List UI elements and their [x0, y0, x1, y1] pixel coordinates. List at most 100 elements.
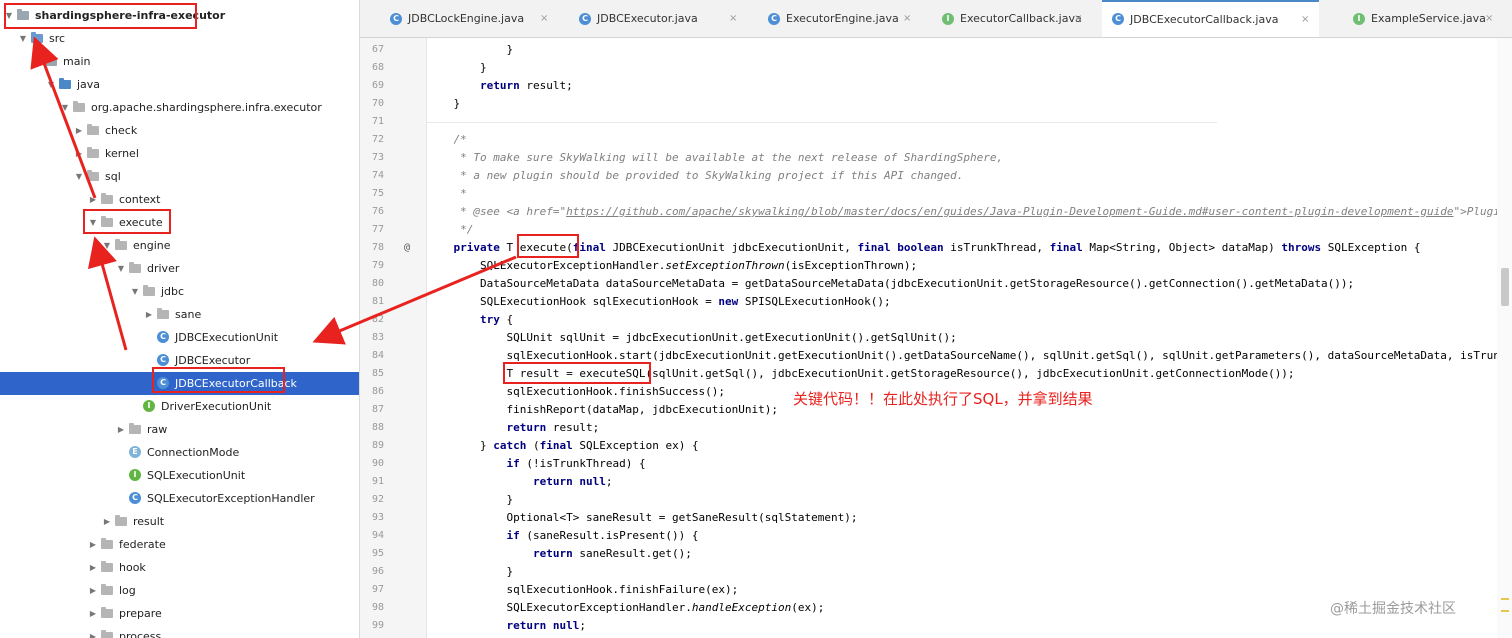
tree-item-check[interactable]: ▶ check [0, 119, 359, 142]
package-icon [87, 124, 99, 135]
watermark: @稀土掘金技术社区 [1330, 601, 1456, 617]
collapsed-arrow-icon[interactable]: ▶ [88, 602, 98, 625]
line-number: 96 [371, 566, 384, 577]
close-icon[interactable]: × [903, 0, 911, 37]
tree-item-execute[interactable]: ▼ execute [0, 211, 359, 234]
code-line: * To make sure SkyWalking will be availa… [427, 151, 1004, 164]
tree-item-sqlexecutionunit[interactable]: I SQLExecutionUnit [0, 464, 359, 487]
code-line: finishReport(dataMap, jdbcExecutionUnit)… [427, 403, 778, 416]
expanded-arrow-icon[interactable]: ▼ [46, 73, 56, 96]
tree-item-context[interactable]: ▶ context [0, 188, 359, 211]
line-number: 83 [371, 332, 384, 343]
node-icon: C [157, 354, 169, 366]
method-separator [427, 122, 1217, 123]
expanded-arrow-icon[interactable]: ▼ [130, 280, 140, 303]
expanded-arrow-icon[interactable]: ▼ [32, 50, 42, 73]
line-number: 75 [371, 188, 384, 199]
collapsed-arrow-icon[interactable]: ▶ [116, 418, 126, 441]
override-marker-icon[interactable]: @ [404, 239, 414, 257]
line-number: 77 [371, 224, 384, 235]
tree-item-sql[interactable]: ▼ sql [0, 165, 359, 188]
close-icon[interactable]: × [1301, 2, 1309, 37]
tree-item-label: sql [105, 170, 121, 183]
package-icon [101, 193, 113, 204]
close-icon[interactable]: × [540, 0, 548, 37]
tree-item-driver[interactable]: ▼ driver [0, 257, 359, 280]
line-number: 72 [371, 134, 384, 145]
node-icon: C [157, 331, 169, 343]
collapsed-arrow-icon[interactable]: ▶ [88, 556, 98, 579]
tab-label: ExecutorCallback.java [960, 12, 1082, 25]
code-line: } catch (final SQLException ex) { [427, 439, 699, 452]
tree-item-org-apache-shardingsphere-infra-executor[interactable]: ▼ org.apache.shardingsphere.infra.executo… [0, 96, 359, 119]
highlight-box-execute-package [83, 209, 171, 234]
tree-item-engine[interactable]: ▼ engine [0, 234, 359, 257]
tab-exampleservice-java[interactable]: I ExampleService.java × [1343, 0, 1503, 37]
expanded-arrow-icon[interactable]: ▼ [74, 165, 84, 188]
tree-item-kernel[interactable]: ▶ kernel [0, 142, 359, 165]
collapsed-arrow-icon[interactable]: ▶ [88, 188, 98, 211]
tree-item-jdbcexecutionunit[interactable]: C JDBCExecutionUnit [0, 326, 359, 349]
tree-item-prepare[interactable]: ▶ prepare [0, 602, 359, 625]
close-icon[interactable]: × [1074, 0, 1082, 37]
expanded-arrow-icon[interactable]: ▼ [102, 234, 112, 257]
tree-item-main[interactable]: ▼ main [0, 50, 359, 73]
tree-item-federate[interactable]: ▶ federate [0, 533, 359, 556]
tree-item-label: check [105, 124, 138, 137]
tree-item-src[interactable]: ▼ src [0, 27, 359, 50]
tree-item-log[interactable]: ▶ log [0, 579, 359, 602]
tree-item-hook[interactable]: ▶ hook [0, 556, 359, 579]
tab-executorengine-java[interactable]: C ExecutorEngine.java × [758, 0, 921, 37]
code-line: SQLExecutionHook sqlExecutionHook = new … [427, 295, 891, 308]
line-number: 98 [371, 602, 384, 613]
tree-item-raw[interactable]: ▶ raw [0, 418, 359, 441]
collapsed-arrow-icon[interactable]: ▶ [74, 119, 84, 142]
tree-item-label: process [119, 630, 162, 638]
tab-jdbcexecutorcallback-java[interactable]: C JDBCExecutorCallback.java × [1102, 0, 1319, 37]
expanded-arrow-icon[interactable]: ▼ [60, 96, 70, 119]
tree-item-connectionmode[interactable]: E ConnectionMode [0, 441, 359, 464]
node-icon: I [129, 469, 141, 481]
collapsed-arrow-icon[interactable]: ▶ [144, 303, 154, 326]
collapsed-arrow-icon[interactable]: ▶ [88, 625, 98, 638]
node-icon [101, 584, 113, 596]
tree-item-sqlexecutorexceptionhandler[interactable]: C SQLExecutorExceptionHandler [0, 487, 359, 510]
package-icon [101, 538, 113, 549]
line-number: 73 [371, 152, 384, 163]
expanded-arrow-icon[interactable]: ▼ [18, 27, 28, 50]
scrollbar-marker [1501, 598, 1509, 600]
code-line: SQLExecutorExceptionHandler.handleExcept… [427, 601, 825, 614]
tree-item-result[interactable]: ▶ result [0, 510, 359, 533]
line-number: 84 [371, 350, 384, 361]
class-icon: C [157, 331, 169, 343]
line-number: 85 [371, 368, 384, 379]
collapsed-arrow-icon[interactable]: ▶ [102, 510, 112, 533]
tab-executorcallback-java[interactable]: I ExecutorCallback.java × [932, 0, 1092, 37]
tree-item-driverexecutionunit[interactable]: I DriverExecutionUnit [0, 395, 359, 418]
collapsed-arrow-icon[interactable]: ▶ [88, 579, 98, 602]
code-line: try { [479, 313, 514, 326]
code-editor[interactable]: } } return result; } /* * To make sure S… [427, 38, 1512, 638]
editor-scrollbar[interactable] [1497, 38, 1512, 638]
line-number: 68 [371, 62, 384, 73]
tree-item-process[interactable]: ▶ process [0, 625, 359, 638]
package-icon [129, 423, 141, 434]
expanded-arrow-icon[interactable]: ▼ [116, 257, 126, 280]
node-icon [45, 55, 57, 67]
tree-item-java[interactable]: ▼ java [0, 73, 359, 96]
line-number: 91 [371, 476, 384, 487]
tree-item-label: java [77, 78, 101, 91]
tree-item-sane[interactable]: ▶ sane [0, 303, 359, 326]
tab-jdbclockengine-java[interactable]: C JDBCLockEngine.java × [380, 0, 558, 37]
package-icon [115, 239, 127, 250]
annotation-note: 关键代码！！在此处执行了SQL，并拿到结果 [793, 390, 1093, 408]
tree-item-jdbc[interactable]: ▼ jdbc [0, 280, 359, 303]
collapsed-arrow-icon[interactable]: ▶ [88, 533, 98, 556]
tree-item-label: federate [119, 538, 166, 551]
close-icon[interactable]: × [1485, 0, 1493, 37]
tab-jdbcexecutor-java[interactable]: C JDBCExecutor.java × [569, 0, 747, 37]
scrollbar-thumb[interactable] [1501, 268, 1509, 306]
collapsed-arrow-icon[interactable]: ▶ [74, 142, 84, 165]
close-icon[interactable]: × [729, 0, 737, 37]
enum-icon: E [129, 446, 141, 458]
